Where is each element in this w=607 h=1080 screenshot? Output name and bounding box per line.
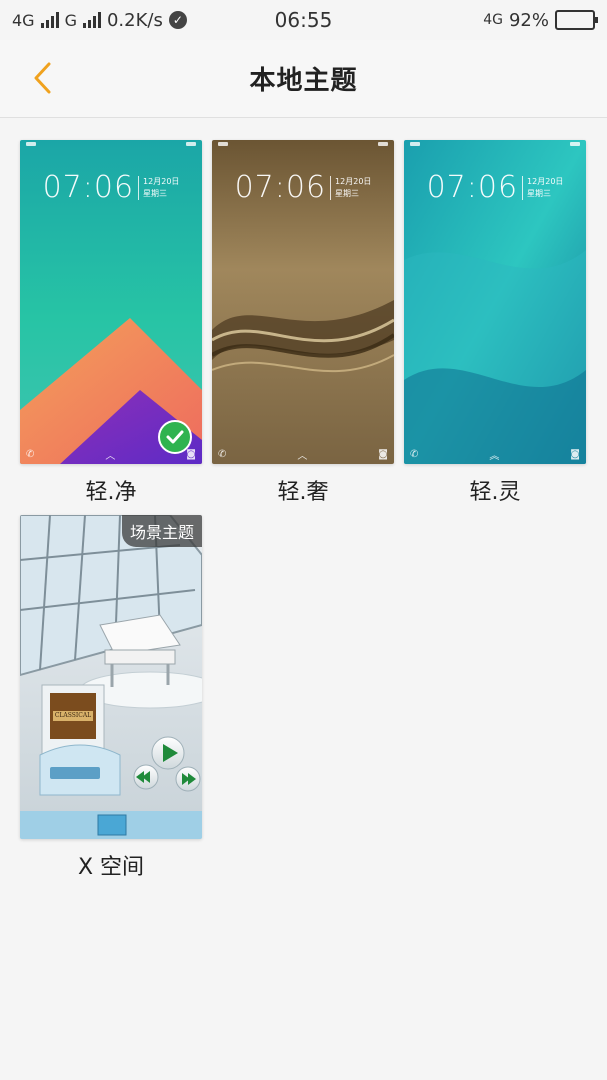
lock-bottom-icons: ✆ ︿ ◙ [218, 448, 388, 462]
album-label: CLASSICAL [54, 712, 92, 719]
lock-clock: 07:06 12月20日 星期三 [404, 170, 586, 205]
theme-thumbnail[interactable]: 07:06 12月20日 星期三 ✆ ︿ ◙ [212, 140, 394, 464]
lock-bottom-icons: ✆ ︽ ◙ [410, 448, 580, 462]
chevron-up-icon: ︿ [105, 450, 116, 462]
clock-date: 12月20日 星期三 [522, 175, 564, 200]
applied-check-icon [158, 420, 192, 454]
theme-card[interactable]: 07:06 12月20日 星期三 ✆ ︽ ◙ 轻.灵 [404, 140, 586, 506]
camera-icon: ◙ [378, 448, 388, 460]
status-right: 4G 92% [483, 9, 598, 31]
mini-status-bar [410, 142, 580, 150]
check-circle-icon: ✓ [168, 11, 187, 29]
signal-icon [40, 12, 59, 28]
camera-icon: ◙ [570, 448, 580, 460]
camera-icon: ◙ [186, 448, 196, 460]
lock-clock: 07:06 12月20日 星期三 [20, 170, 202, 205]
theme-card[interactable]: 07:06 12月20日 星期三 ✆ ︿ ◙ 轻.净 [20, 140, 202, 506]
scene-theme-badge: 场景主题 [121, 515, 202, 547]
phone-icon: ✆ [218, 448, 227, 460]
network-label-right: 4G [483, 12, 503, 28]
lock-clock: 07:06 12月20日 星期三 [212, 170, 394, 205]
clock-date: 12月20日 星期三 [330, 175, 372, 200]
theme-thumbnail[interactable]: 07:06 12月20日 星期三 ✆ ︿ ◙ [20, 140, 202, 464]
back-button[interactable] [22, 58, 62, 98]
phone-icon: ✆ [26, 448, 35, 460]
theme-card[interactable]: CLASSICAL 场景主题 X 空间 [20, 515, 202, 881]
chevron-up-icon: ︿ [297, 450, 308, 462]
chevron-left-icon [34, 62, 51, 94]
battery-icon [555, 10, 598, 30]
mini-status-bar [218, 142, 388, 150]
mini-status-bar [26, 142, 196, 150]
clock-time: 07:06 [234, 170, 327, 205]
battery-percent: 92% [508, 9, 549, 31]
network-label-2: G [64, 10, 77, 30]
clock-time: 07:06 [42, 170, 135, 205]
status-left: 4G G 0.2K/s ✓ [12, 10, 187, 31]
theme-card[interactable]: 07:06 12月20日 星期三 ✆ ︿ ◙ 轻.奢 [212, 140, 394, 506]
clock-time: 07:06 [426, 170, 519, 205]
theme-thumbnail[interactable]: 07:06 12月20日 星期三 ✆ ︽ ◙ [404, 140, 586, 464]
network-speed: 0.2K/s [106, 9, 163, 31]
network-label-1: 4G [12, 10, 35, 30]
weekday-text: 星期三 [527, 188, 552, 198]
date-text: 12月20日 [527, 176, 564, 186]
status-bar: 4G G 0.2K/s ✓ 06:55 4G 92% [0, 0, 607, 40]
phone-icon: ✆ [410, 448, 419, 460]
weekday-text: 星期三 [143, 188, 168, 198]
theme-name: 轻.净 [85, 480, 137, 505]
theme-thumbnail[interactable]: CLASSICAL 场景主题 [20, 515, 202, 839]
weekday-text: 星期三 [335, 188, 360, 198]
app-header: 本地主题 [0, 40, 607, 118]
theme-name: 轻.奢 [277, 480, 329, 505]
date-text: 12月20日 [143, 176, 180, 186]
signal-icon [82, 12, 101, 28]
clock-date: 12月20日 星期三 [138, 175, 180, 200]
chevron-up-icon: ︽ [489, 450, 500, 462]
theme-name: X 空间 [77, 855, 145, 880]
theme-name: 轻.灵 [469, 480, 521, 505]
date-text: 12月20日 [335, 176, 372, 186]
wallpaper-piano-room [20, 515, 202, 839]
page-title: 本地主题 [249, 66, 358, 96]
